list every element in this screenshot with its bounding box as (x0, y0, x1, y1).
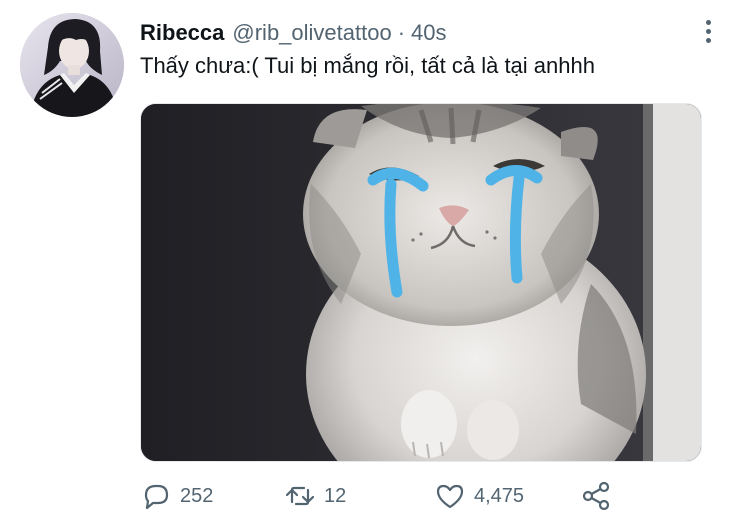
share-icon (580, 480, 612, 512)
speech-bubble-icon (140, 480, 172, 512)
tweet-header: Ribecca @rib_olivetattoo · 40s (140, 18, 447, 48)
tweet-card[interactable]: Ribecca @rib_olivetattoo · 40s Thấy chưa… (0, 0, 750, 530)
heart-icon (434, 480, 466, 512)
more-vertical-icon[interactable] (698, 16, 718, 46)
timestamp[interactable]: 40s (411, 18, 446, 48)
share-button[interactable] (580, 478, 612, 514)
separator-dot: · (397, 20, 406, 45)
author-handle[interactable]: @rib_olivetattoo (232, 18, 391, 48)
tweet-text: Thấy chưa:( Tui bị mắng rồi, tất cả là t… (140, 53, 595, 78)
tweet-media[interactable] (140, 103, 702, 462)
avatar[interactable] (20, 13, 124, 117)
tweet-actions: 252 12 4,475 (140, 478, 640, 514)
retweet-arrows-icon (284, 480, 316, 512)
reply-button[interactable]: 252 (140, 478, 213, 514)
avatar-image (20, 13, 124, 117)
retweet-button[interactable]: 12 (284, 478, 346, 514)
like-button[interactable]: 4,475 (434, 478, 524, 514)
crying-cat-photo (141, 104, 701, 461)
like-count: 4,475 (474, 484, 525, 507)
retweet-count: 12 (324, 484, 347, 507)
reply-count: 252 (180, 484, 214, 507)
author-name[interactable]: Ribecca (140, 18, 224, 48)
